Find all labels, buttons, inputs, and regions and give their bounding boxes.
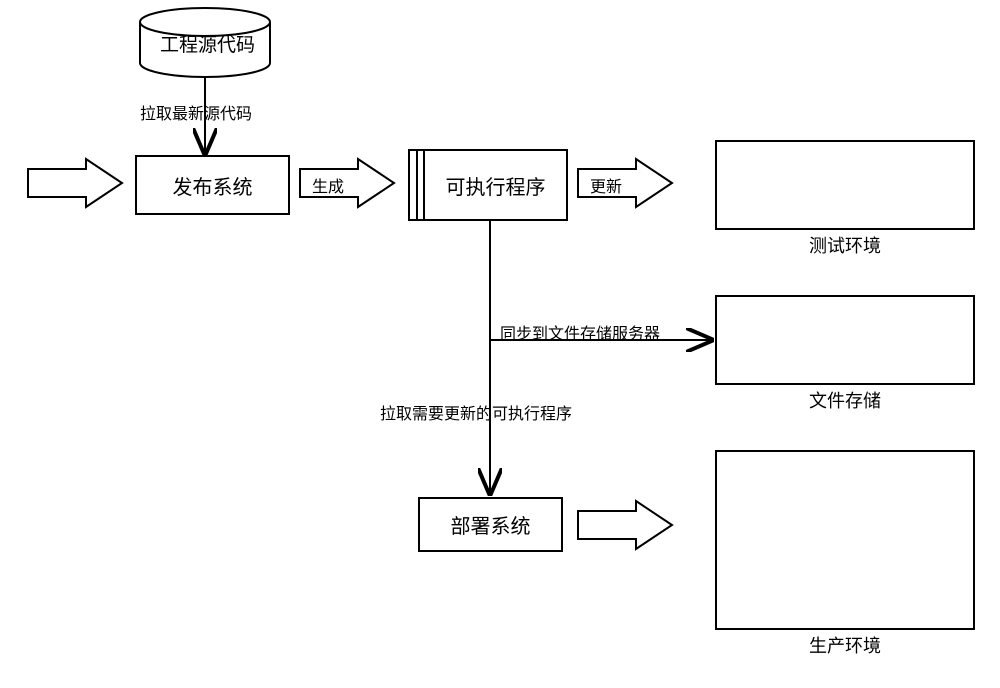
- arrow-deploy-to-prod: [578, 501, 672, 549]
- prod-env-container: [715, 450, 975, 630]
- edge-label-pull-latest-source: 拉取最新源代码: [140, 100, 252, 124]
- edge-label-update: 更新: [590, 173, 622, 197]
- arrow-entry: [28, 159, 122, 207]
- source-code-label: 工程源代码: [160, 30, 255, 57]
- test-env-container: [715, 140, 975, 230]
- publish-system-box: 发布系统: [135, 155, 290, 215]
- publish-system-label: 发布系统: [173, 171, 253, 200]
- executable-box: 可执行程序: [408, 149, 568, 221]
- diagram-canvas: 工程源代码 拉取最新源代码 发布系统 生成 可执行程序 更新 同步到文件存储服务…: [0, 0, 1000, 688]
- prod-env-label: 生产环境: [715, 632, 975, 658]
- deploy-system-label: 部署系统: [451, 510, 531, 539]
- file-storage-container: [715, 295, 975, 385]
- deploy-system-box: 部署系统: [418, 497, 563, 552]
- executable-label: 可执行程序: [446, 171, 546, 200]
- edge-label-pull-executable: 拉取需要更新的可执行程序: [380, 400, 572, 424]
- edge-label-generate: 生成: [312, 173, 344, 197]
- edge-label-sync-to-file-server: 同步到文件存储服务器: [500, 320, 660, 344]
- test-env-label: 测试环境: [715, 232, 975, 258]
- file-storage-label: 文件存储: [715, 387, 975, 413]
